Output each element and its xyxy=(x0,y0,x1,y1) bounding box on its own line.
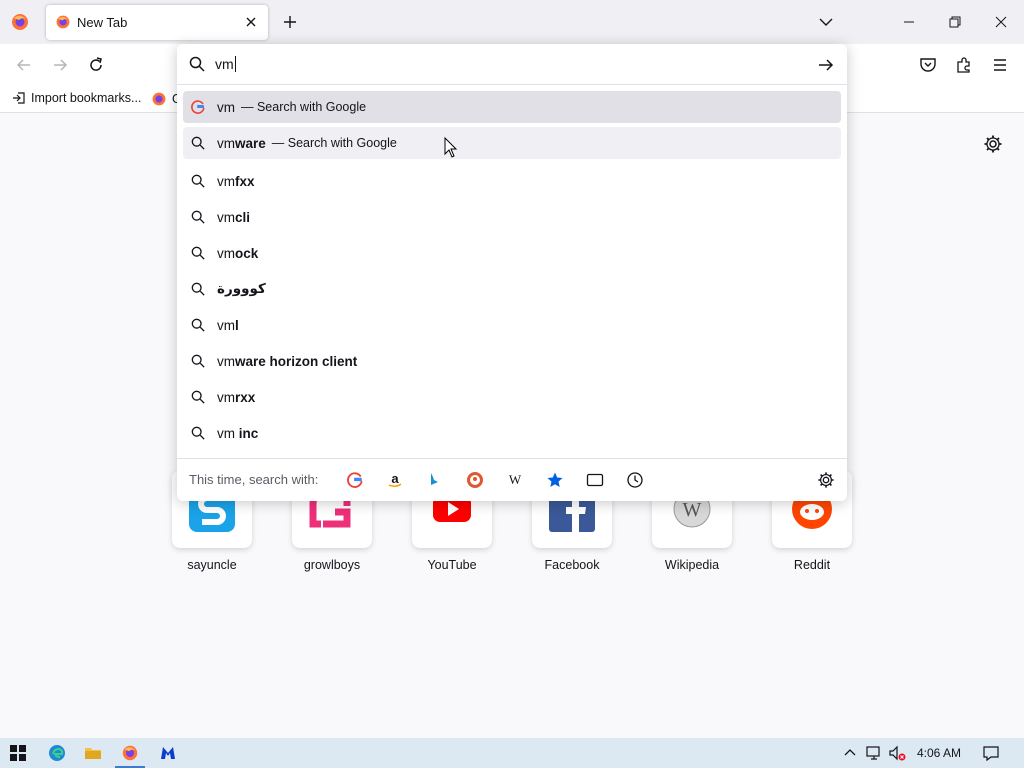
history-icon[interactable] xyxy=(626,471,644,489)
edge-icon[interactable] xyxy=(47,743,67,763)
new-tab-plus-icon[interactable] xyxy=(281,13,299,31)
svg-text:a: a xyxy=(391,471,399,486)
close-window-icon[interactable] xyxy=(978,0,1024,44)
topsite-label: Facebook xyxy=(544,558,600,572)
hamburger-menu-icon[interactable] xyxy=(991,56,1009,74)
search-icon xyxy=(191,282,205,296)
firefox-icon xyxy=(55,14,71,30)
import-icon xyxy=(13,92,25,104)
extensions-icon[interactable] xyxy=(955,56,973,74)
tab-title: New Tab xyxy=(77,15,128,30)
url-input[interactable]: vm xyxy=(177,44,847,85)
search-icon xyxy=(191,390,205,404)
network-icon[interactable] xyxy=(864,743,884,763)
search-icon xyxy=(191,246,205,260)
search-icon xyxy=(189,56,205,72)
firefox-icon xyxy=(152,92,166,106)
search-icon xyxy=(191,174,205,188)
wikipedia-icon[interactable]: W xyxy=(506,471,524,489)
result-row[interactable]: vmrxx xyxy=(183,379,841,415)
one-off-label: This time, search with: xyxy=(189,472,319,487)
topsite-label: Reddit xyxy=(793,558,831,572)
urlbar-dropdown: vm vm — Search with Google vmware — Sear… xyxy=(177,44,847,501)
result-row[interactable]: vmfxx xyxy=(183,163,841,199)
back-icon[interactable] xyxy=(15,56,33,74)
google-icon xyxy=(191,100,205,114)
search-icon xyxy=(191,354,205,368)
result-action: — Search with Google xyxy=(271,136,397,150)
chevron-up-icon[interactable] xyxy=(840,743,860,763)
result-text: vm inc xyxy=(217,425,259,441)
restore-icon[interactable] xyxy=(932,0,978,44)
topsite-label: Wikipedia xyxy=(664,558,720,572)
topsite-label: YouTube xyxy=(427,558,477,572)
tab-new-tab[interactable]: New Tab xyxy=(46,5,268,40)
result-row[interactable]: vml xyxy=(183,307,841,343)
result-text: vml xyxy=(217,317,239,333)
result-text: vmock xyxy=(217,245,259,261)
svg-text:W: W xyxy=(683,499,702,521)
search-icon xyxy=(191,426,205,440)
result-text: vmcli xyxy=(217,209,251,225)
reload-icon[interactable] xyxy=(87,56,105,74)
firefox-icon[interactable] xyxy=(120,743,140,763)
result-row[interactable]: vmware — Search with Google xyxy=(183,127,841,159)
amazon-icon[interactable]: a xyxy=(386,471,404,489)
topsite-label: growlboys xyxy=(303,558,361,572)
search-icon xyxy=(191,210,205,224)
result-text: vmware xyxy=(217,135,266,151)
url-input-text[interactable]: vm xyxy=(215,56,236,72)
search-icon xyxy=(191,318,205,332)
topsite-label: sayuncle xyxy=(187,558,237,572)
tabs-icon[interactable] xyxy=(586,471,604,489)
pocket-icon[interactable] xyxy=(919,56,937,74)
close-tab-icon[interactable] xyxy=(242,13,260,31)
result-row[interactable]: كووورة xyxy=(183,271,841,307)
result-action: — Search with Google xyxy=(241,100,367,114)
firefox-view-icon[interactable] xyxy=(10,12,30,32)
one-off-search-bar: This time, search with: a W xyxy=(177,458,847,501)
taskbar: 4:06 AM xyxy=(0,738,1024,768)
result-row[interactable]: vmock xyxy=(183,235,841,271)
volume-muted-icon[interactable] xyxy=(887,743,907,763)
file-explorer-icon[interactable] xyxy=(83,743,103,763)
result-row[interactable]: vm — Search with Google xyxy=(183,91,841,123)
clock-time[interactable]: 4:06 AM xyxy=(917,746,961,760)
search-icon xyxy=(191,136,205,150)
google-icon[interactable] xyxy=(346,471,364,489)
minimize-icon[interactable] xyxy=(886,0,932,44)
bing-icon[interactable] xyxy=(426,471,444,489)
tab-strip: New Tab xyxy=(0,0,1024,44)
result-text: vmfxx xyxy=(217,173,255,189)
results-list: vm — Search with Google vmware — Search … xyxy=(183,91,841,451)
result-row[interactable]: vmcli xyxy=(183,199,841,235)
import-bookmarks-item[interactable]: Import bookmarks... xyxy=(12,91,141,105)
result-text: vmware horizon client xyxy=(217,353,358,369)
import-bookmarks-label: Import bookmarks... xyxy=(31,91,142,105)
forward-icon[interactable] xyxy=(51,56,69,74)
duckduckgo-icon[interactable] xyxy=(466,471,484,489)
malwarebytes-icon[interactable] xyxy=(158,743,178,763)
result-text: كووورة xyxy=(217,281,266,296)
svg-text:W: W xyxy=(509,472,522,487)
result-row[interactable]: vm inc xyxy=(183,415,841,451)
go-arrow-icon[interactable] xyxy=(817,56,835,74)
result-text: vm xyxy=(217,99,235,115)
result-row[interactable]: vmware horizon client xyxy=(183,343,841,379)
notifications-icon[interactable] xyxy=(981,743,1001,763)
mouse-cursor-icon xyxy=(444,136,458,159)
search-settings-gear-icon[interactable] xyxy=(817,471,835,489)
bookmarks-star-icon[interactable] xyxy=(546,471,564,489)
windows-start-icon[interactable] xyxy=(8,743,28,763)
result-text: vmrxx xyxy=(217,389,256,405)
gear-icon[interactable] xyxy=(983,134,1003,154)
chevron-down-icon[interactable] xyxy=(817,13,835,31)
